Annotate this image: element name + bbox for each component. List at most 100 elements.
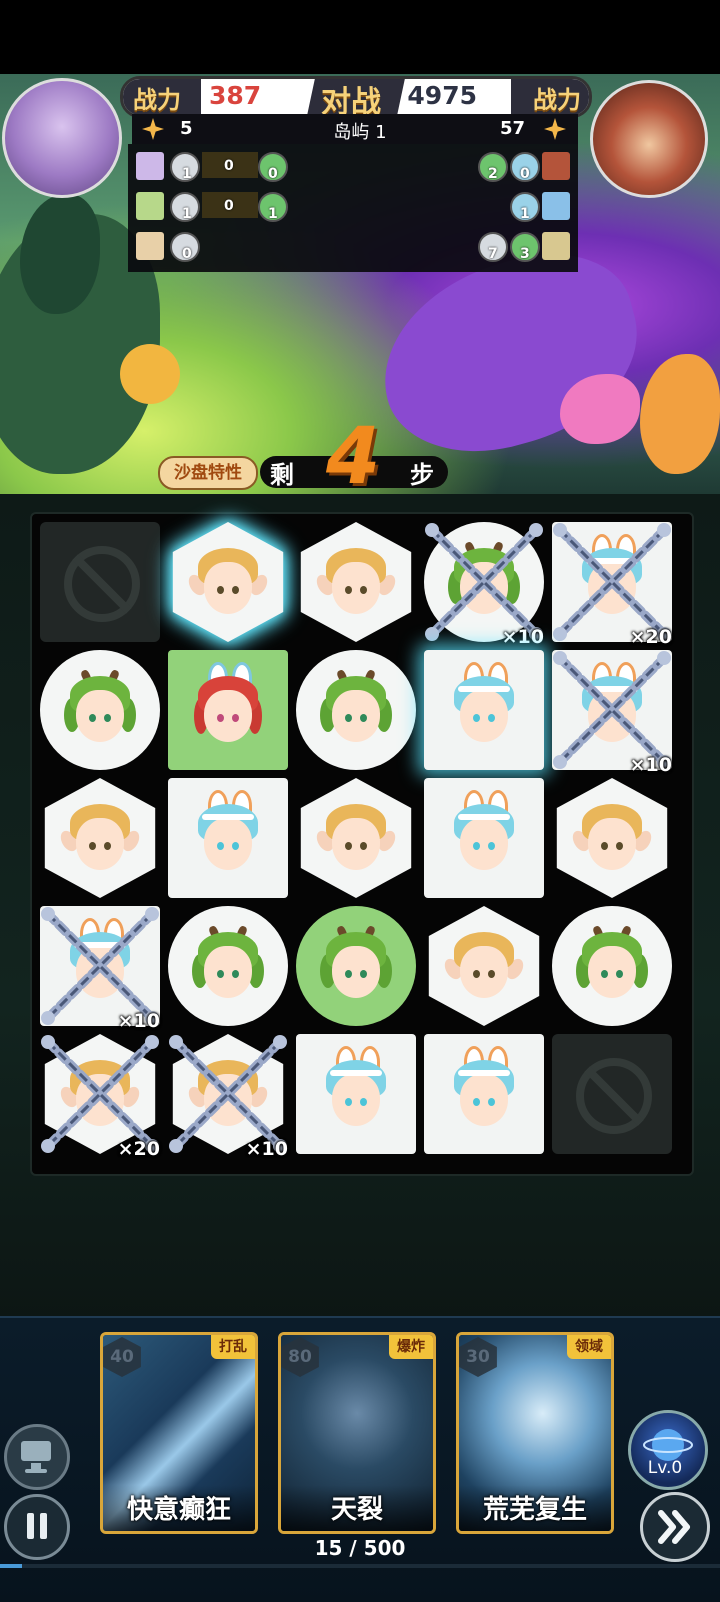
blonde-hero-icon	[185, 542, 271, 622]
hero-tile[interactable]	[422, 1032, 546, 1156]
bunny-hero-icon	[444, 790, 524, 878]
greenhair-hero-icon	[572, 924, 652, 1006]
hero-tile[interactable]	[166, 648, 290, 772]
hero-tile[interactable]	[38, 776, 162, 900]
locked-tile[interactable]: ×20	[38, 1032, 162, 1160]
greenhair-hero-icon	[60, 668, 140, 750]
token-count: 0	[268, 166, 278, 182]
greenhair-hero-icon	[316, 924, 396, 1006]
token-count: 3	[520, 246, 530, 262]
bunny-hero-icon	[188, 790, 268, 878]
token-count: 1	[268, 206, 278, 222]
power-comparison-bar: 战力 387 对战 4975 战力	[120, 76, 592, 118]
locked-tile[interactable]: ×10	[550, 648, 674, 776]
ban-icon	[64, 546, 140, 622]
locked-tile[interactable]: ×20	[550, 520, 674, 648]
bunny-hero-icon	[444, 662, 524, 750]
blocked-tile	[38, 520, 162, 644]
hero-tile[interactable]	[294, 776, 418, 900]
status-area	[0, 0, 720, 74]
hero-tile[interactable]	[422, 776, 546, 900]
blonde-hero-icon	[313, 542, 399, 622]
hero-avatar	[542, 192, 570, 220]
token-count: 7	[488, 246, 498, 262]
skill-tag: 爆炸	[389, 1335, 433, 1359]
row-count: 0	[224, 158, 234, 174]
hero-tile[interactable]	[38, 648, 162, 772]
monitor-button[interactable]	[4, 1424, 70, 1490]
redhair-hero-icon	[188, 662, 268, 750]
player-avatar[interactable]	[2, 78, 122, 198]
hero-tile[interactable]	[294, 648, 418, 772]
enemy-stars: 57	[500, 118, 526, 139]
progress-fill	[0, 1564, 22, 1568]
hero-tile[interactable]	[422, 648, 546, 772]
level-label: Lv.0	[647, 1458, 683, 1478]
player-power-value: 387	[209, 81, 262, 110]
hero-tile[interactable]	[550, 776, 674, 900]
enemy-avatar[interactable]	[590, 80, 708, 198]
level-badge[interactable]	[628, 1410, 708, 1490]
power-right-label: 战力	[533, 86, 581, 114]
skill-name: 快意癫狂	[103, 1485, 255, 1531]
hero-tile[interactable]	[166, 776, 290, 900]
token-count: 0	[182, 246, 192, 262]
skill-name: 天裂	[281, 1485, 433, 1531]
bunny-hero-icon	[444, 1046, 524, 1134]
blonde-hero-icon	[313, 798, 399, 878]
token-count: 0	[520, 166, 530, 182]
row-count: 0	[224, 198, 234, 214]
hero-tile[interactable]	[166, 904, 290, 1028]
hero-tile[interactable]	[294, 904, 418, 1028]
lock-count: ×10	[117, 1010, 160, 1032]
monitor-icon	[21, 1441, 51, 1473]
player-stars: 5	[180, 118, 193, 139]
team-panel: 1 0 0 1 0 1 0 2 0 1 7 3	[128, 144, 578, 272]
skill-tag: 领域	[567, 1335, 611, 1359]
ban-icon	[576, 1058, 652, 1134]
bunny-hero-icon	[316, 1046, 396, 1134]
lock-count: ×20	[117, 1138, 160, 1160]
hero-tile[interactable]	[550, 904, 674, 1028]
blonde-hero-icon	[441, 926, 527, 1006]
hero-tile[interactable]	[422, 904, 546, 1028]
greenhair-hero-icon	[188, 924, 268, 1006]
tile-background	[552, 1034, 672, 1154]
blonde-hero-icon	[569, 798, 655, 878]
token-count: 1	[182, 206, 192, 222]
hero-avatar	[542, 152, 570, 180]
progress-text: 15 / 500	[314, 1536, 406, 1560]
enemy-power-value: 4975	[407, 81, 477, 110]
steps-prefix: 剩	[270, 461, 294, 489]
skill-card[interactable]: 80 爆炸 天裂	[278, 1332, 436, 1534]
hero-avatar	[136, 152, 164, 180]
blocked-tile	[550, 1032, 674, 1156]
greenhair-hero-icon	[316, 668, 396, 750]
locked-tile[interactable]: ×10	[422, 520, 546, 648]
locked-tile[interactable]: ×10	[38, 904, 162, 1032]
skill-name: 荒芜复生	[459, 1485, 611, 1531]
power-left-label: 战力	[133, 86, 181, 114]
hero-tile[interactable]	[166, 520, 290, 644]
sandbox-feature-button[interactable]: 沙盘特性	[158, 456, 258, 490]
token-count: 2	[488, 166, 498, 182]
vs-label: 对战	[321, 85, 381, 118]
progress-track	[0, 1564, 720, 1568]
hero-tile[interactable]	[294, 1032, 418, 1156]
hero-avatar	[542, 232, 570, 260]
hero-tile[interactable]	[294, 520, 418, 644]
token-count: 1	[520, 206, 530, 222]
hero-avatar	[136, 232, 164, 260]
blonde-hero-icon	[57, 798, 143, 878]
locked-tile[interactable]: ×10	[166, 1032, 290, 1160]
skill-card[interactable]: 40 打乱 快意癫狂	[100, 1332, 258, 1534]
skill-card[interactable]: 30 领域 荒芜复生	[456, 1332, 614, 1534]
stage-name: 岛屿 1	[333, 122, 387, 143]
skill-tag: 打乱	[211, 1335, 255, 1359]
lock-count: ×10	[245, 1138, 288, 1160]
token-count: 1	[182, 166, 192, 182]
steps-remaining-count: 4	[326, 412, 381, 502]
steps-suffix: 步	[410, 461, 434, 489]
lock-count: ×10	[501, 626, 544, 648]
hero-avatar	[136, 192, 164, 220]
